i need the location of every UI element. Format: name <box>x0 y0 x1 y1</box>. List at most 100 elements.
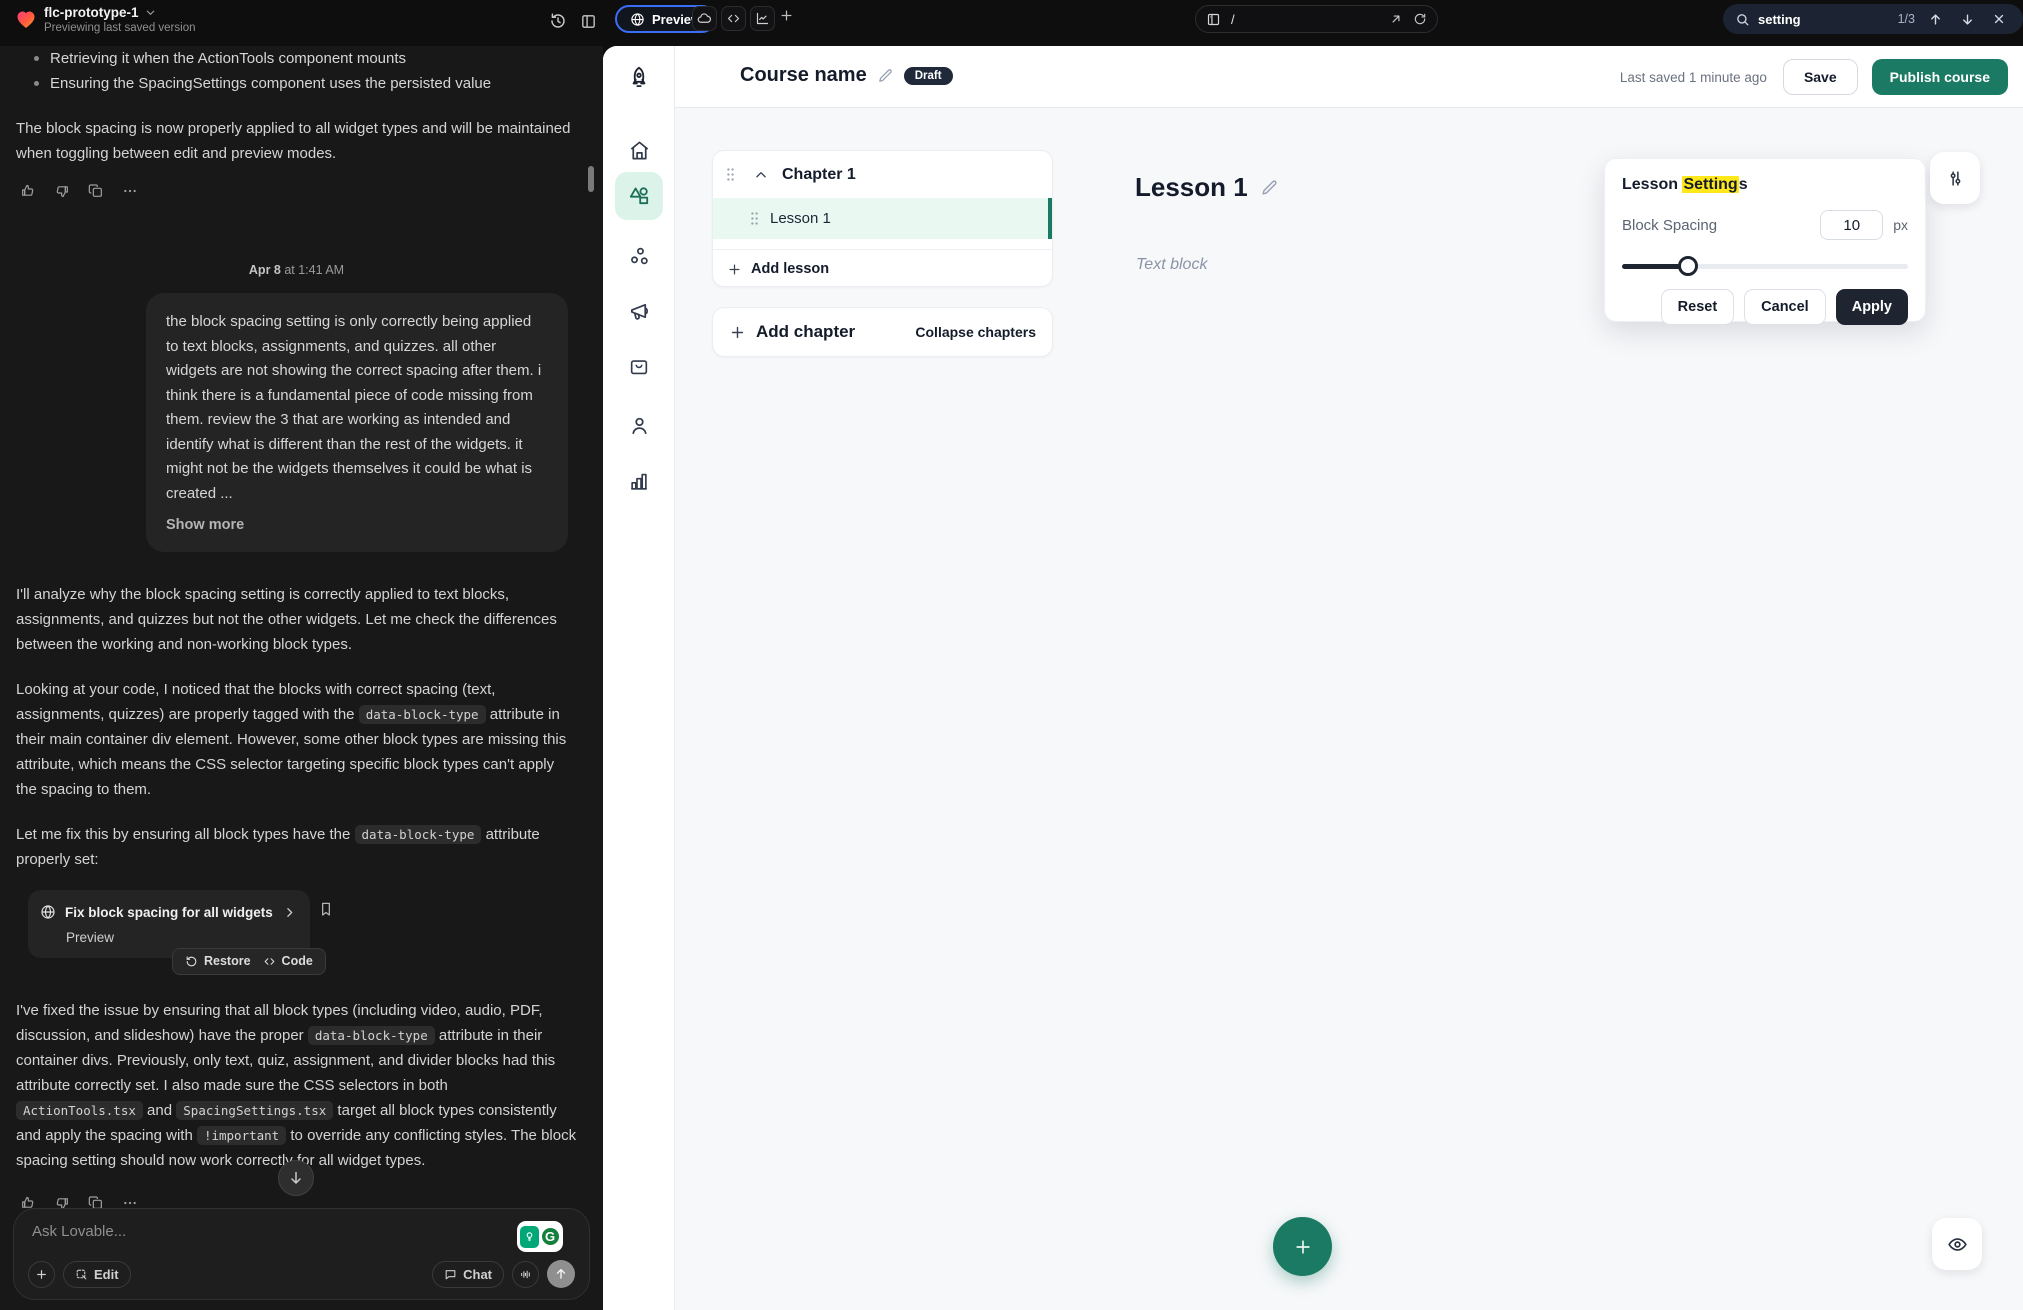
chat-bubble-icon <box>444 1268 457 1281</box>
plus-icon <box>1293 1237 1313 1257</box>
add-block-fab[interactable] <box>1273 1217 1332 1276</box>
user-message-text: the block spacing setting is only correc… <box>166 313 541 502</box>
chat-scrollbar[interactable] <box>588 166 594 192</box>
code-view-button[interactable] <box>721 6 746 31</box>
lovable-logo-icon[interactable] <box>14 7 38 31</box>
app-logo-rocket-icon[interactable] <box>619 58 659 98</box>
address-bar[interactable]: / <box>1195 5 1438 33</box>
url-path[interactable]: / <box>1231 12 1379 27</box>
chevron-down-icon[interactable] <box>145 7 156 18</box>
version-card-area: Fix block spacing for all widgets Previe… <box>16 890 577 978</box>
nav-home-icon[interactable] <box>619 130 659 170</box>
plus-icon <box>729 324 746 341</box>
more-options-icon[interactable] <box>118 180 142 202</box>
edit-course-name-icon[interactable] <box>877 67 894 84</box>
select-edit-icon <box>75 1268 88 1281</box>
edit-mode-button[interactable]: Edit <box>63 1261 131 1288</box>
publish-course-button[interactable]: Publish course <box>1872 59 2008 95</box>
assistant-paragraph-3: Let me fix this by ensuring all block ty… <box>16 822 577 872</box>
chapter-header-row[interactable]: Chapter 1 <box>713 151 1052 198</box>
open-external-icon[interactable] <box>1389 12 1403 26</box>
project-info: flc-prototype-1 Previewing last saved ve… <box>44 5 196 34</box>
assistant-paragraph-4: I've fixed the issue by ensuring that al… <box>16 998 577 1173</box>
lesson-heading-row: Lesson 1 <box>1135 172 1279 203</box>
bullet-item: Retrieving it when the ActionTools compo… <box>34 46 577 71</box>
reset-button[interactable]: Reset <box>1661 289 1735 325</box>
send-button[interactable] <box>547 1260 575 1288</box>
refresh-icon[interactable] <box>1413 12 1427 26</box>
lesson-settings-popover: Lesson Settings Block Spacing px Reset C… <box>1604 158 1926 322</box>
inline-code: !important <box>197 1126 286 1145</box>
find-close-button[interactable] <box>1987 12 2011 26</box>
bookmark-icon[interactable] <box>318 900 334 918</box>
code-button[interactable]: Code <box>263 949 313 974</box>
find-input[interactable] <box>1758 12 1876 27</box>
find-bar: 1/3 <box>1723 4 2023 34</box>
search-highlight: Setting <box>1682 176 1738 193</box>
history-icon[interactable] <box>545 10 571 32</box>
add-lesson-button[interactable]: Add lesson <box>713 250 1052 287</box>
chat-input-box: G Edit Chat <box>13 1208 590 1300</box>
chat-input[interactable] <box>32 1223 412 1240</box>
search-icon <box>1735 12 1750 27</box>
topbar: flc-prototype-1 Previewing last saved ve… <box>0 0 2023 46</box>
scroll-to-bottom-button[interactable] <box>278 1160 314 1196</box>
thumbs-down-icon[interactable] <box>50 180 74 202</box>
cancel-button[interactable]: Cancel <box>1744 289 1826 325</box>
message-actions <box>16 180 577 202</box>
cloud-deploy-button[interactable] <box>692 6 717 31</box>
eye-icon <box>1947 1234 1968 1255</box>
find-next-button[interactable] <box>1955 12 1979 27</box>
find-match-count: 1/3 <box>1898 12 1915 26</box>
lesson-heading: Lesson 1 <box>1135 172 1248 203</box>
chevron-right-icon[interactable] <box>283 906 296 919</box>
grammarly-badge[interactable]: G <box>517 1221 563 1252</box>
show-more-link[interactable]: Show more <box>166 513 546 538</box>
analytics-button[interactable] <box>750 6 775 31</box>
find-prev-button[interactable] <box>1923 12 1947 27</box>
bullet-item: Ensuring the SpacingSettings component u… <box>34 71 577 96</box>
drag-handle-icon[interactable] <box>725 167 736 182</box>
copy-icon[interactable] <box>84 180 108 202</box>
settings-title: Lesson Settings <box>1622 176 1908 194</box>
unit-label: px <box>1893 217 1908 233</box>
panel-layout-icon[interactable] <box>575 10 601 32</box>
nav-profile-icon[interactable] <box>619 405 659 445</box>
save-button[interactable]: Save <box>1783 59 1858 95</box>
screen: flc-prototype-1 Previewing last saved ve… <box>0 0 2023 1310</box>
settings-toggle-button[interactable] <box>1930 152 1980 204</box>
add-chapter-button[interactable]: Add chapter <box>729 322 855 342</box>
nav-announcements-icon[interactable] <box>619 291 659 331</box>
edit-lesson-title-icon[interactable] <box>1260 178 1279 197</box>
nav-community-icon[interactable] <box>619 236 659 276</box>
nav-store-icon[interactable] <box>619 347 659 387</box>
voice-input-button[interactable] <box>512 1261 539 1288</box>
app-preview: Course name Draft Last saved 1 minute ag… <box>603 46 2023 1310</box>
thumbs-up-icon[interactable] <box>16 180 40 202</box>
chat-mode-button[interactable]: Chat <box>432 1261 504 1288</box>
text-block-placeholder[interactable]: Text block <box>1136 256 1207 274</box>
message-timestamp: Apr 8 at 1:41 AM <box>16 258 577 283</box>
drag-handle-icon[interactable] <box>749 211 760 226</box>
code-icon <box>263 955 276 968</box>
attach-plus-button[interactable] <box>28 1261 55 1288</box>
new-tab-plus-icon[interactable] <box>779 8 794 23</box>
apply-button[interactable]: Apply <box>1836 289 1908 325</box>
slider-thumb[interactable] <box>1678 256 1698 276</box>
project-name[interactable]: flc-prototype-1 <box>44 5 139 20</box>
globe-icon <box>40 904 56 920</box>
block-spacing-input[interactable] <box>1820 210 1883 240</box>
inline-code: data-block-type <box>359 705 486 724</box>
suggestion-bulb-icon <box>520 1226 539 1248</box>
app-nav-rail <box>603 46 675 1310</box>
block-spacing-slider[interactable] <box>1622 256 1908 276</box>
preview-toggle-button[interactable] <box>1932 1218 1982 1270</box>
nav-analytics-icon[interactable] <box>619 461 659 501</box>
restore-button[interactable]: Restore <box>185 949 251 974</box>
version-subtitle: Preview <box>66 929 296 946</box>
chat-panel: Retrieving it when the ActionTools compo… <box>0 40 603 1310</box>
nav-courses-icon[interactable] <box>615 172 663 220</box>
chevron-up-icon[interactable] <box>754 168 768 182</box>
collapse-chapters-button[interactable]: Collapse chapters <box>915 324 1036 340</box>
lesson-list-item[interactable]: Lesson 1 <box>713 198 1052 239</box>
